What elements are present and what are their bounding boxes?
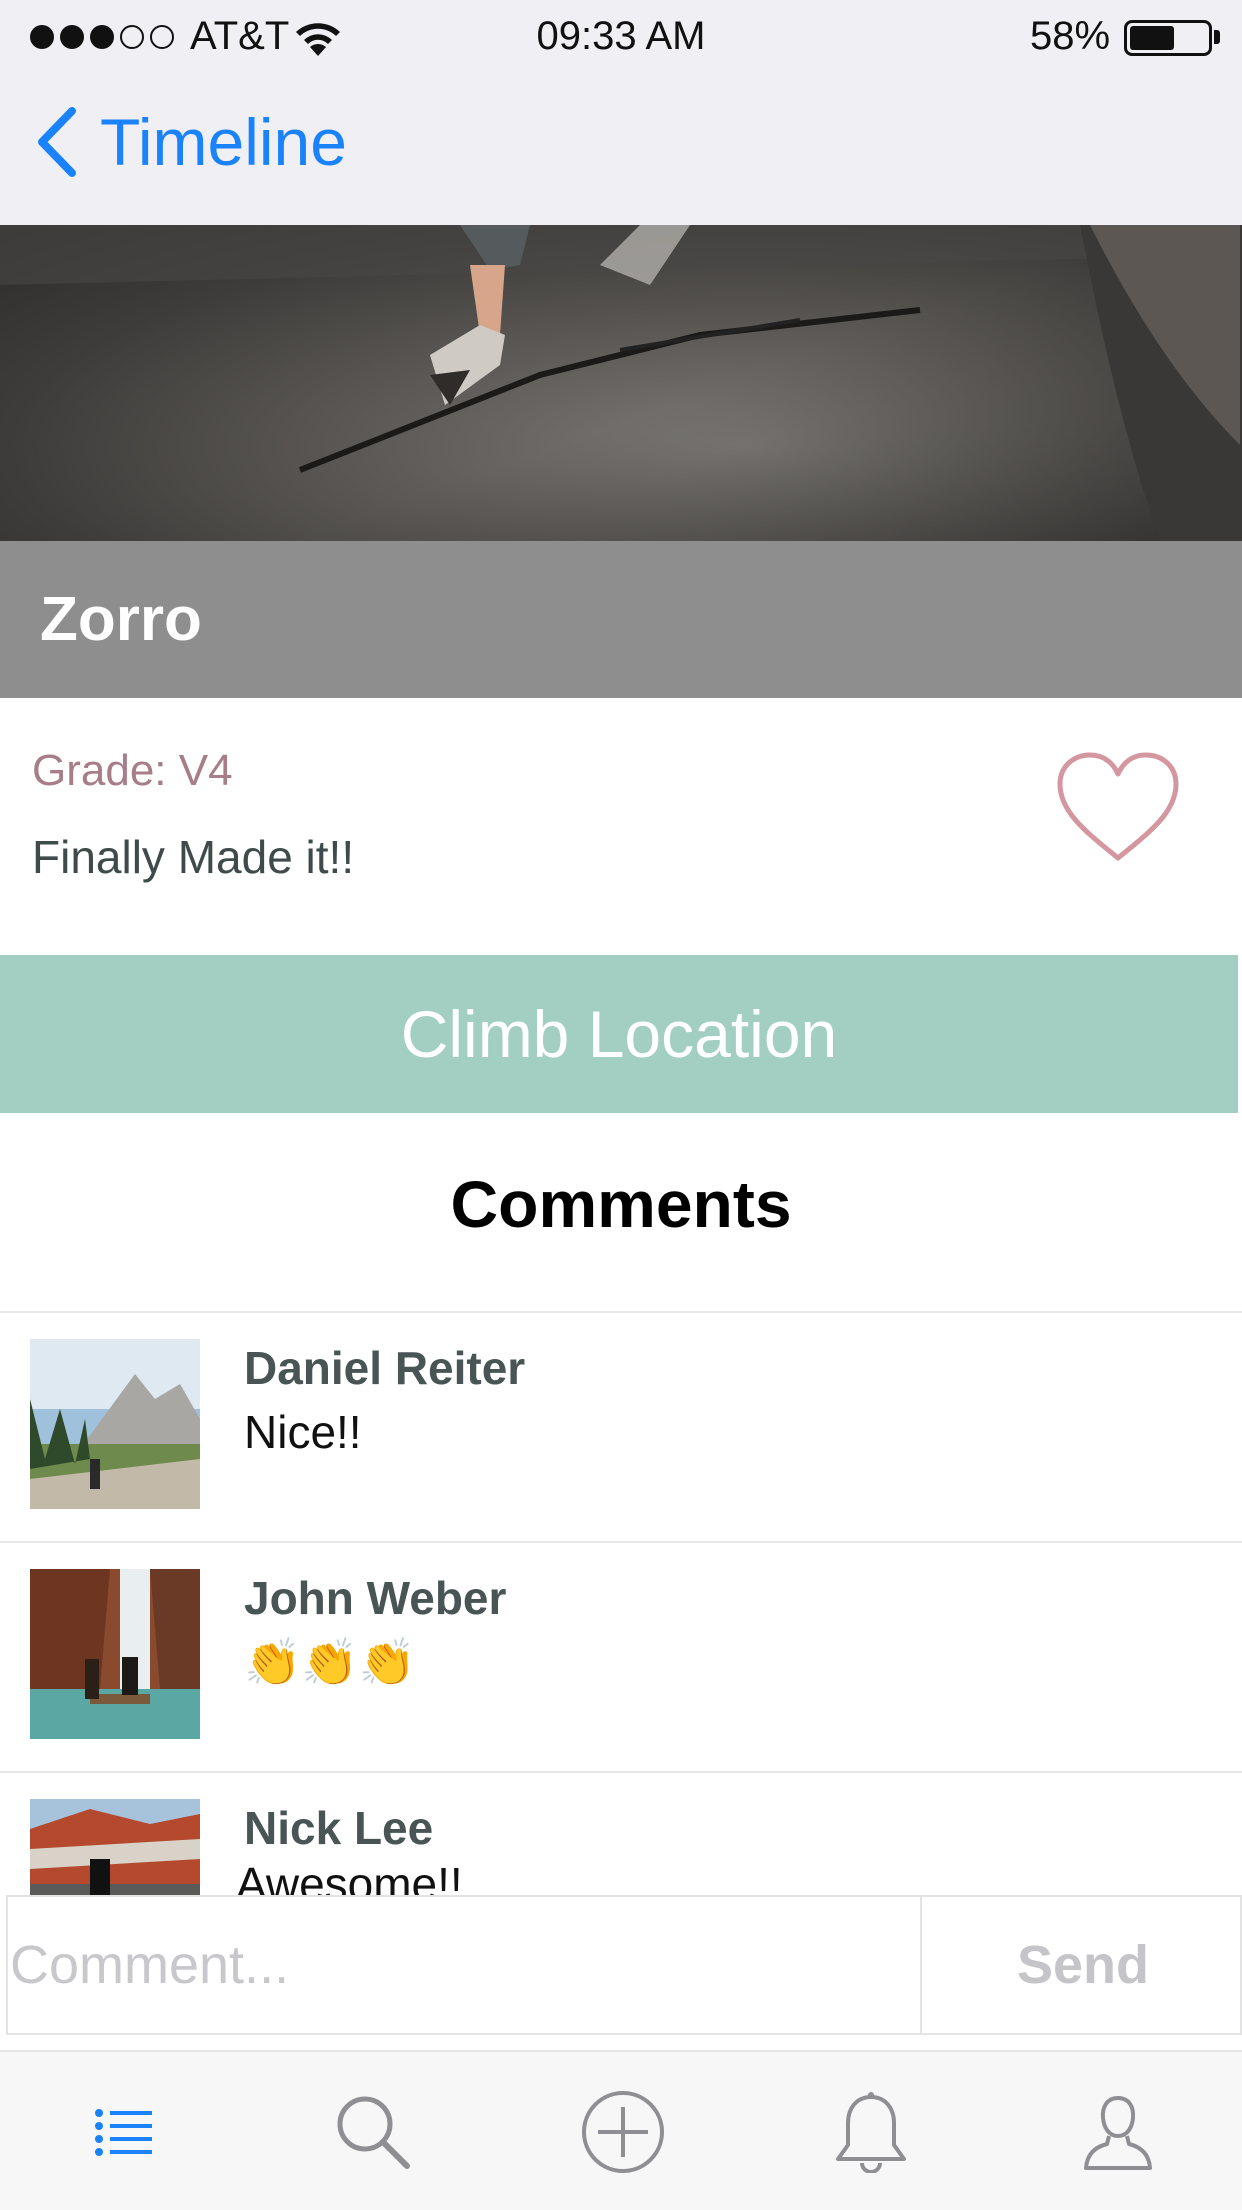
- climb-photo: [0, 225, 1242, 541]
- battery-nub: [1214, 30, 1220, 44]
- heart-icon[interactable]: [1056, 752, 1180, 864]
- add-icon: [582, 2091, 664, 2173]
- tab-timeline[interactable]: [74, 2082, 174, 2182]
- battery-level: [1130, 26, 1174, 50]
- send-button[interactable]: Send: [920, 1897, 1242, 2033]
- avatar: [30, 1799, 200, 1897]
- back-button[interactable]: Timeline: [36, 104, 347, 180]
- avatar: [30, 1569, 200, 1739]
- tab-profile[interactable]: [1068, 2082, 1168, 2182]
- climb-photo-art: [0, 225, 1242, 541]
- list-icon: [95, 2109, 152, 2156]
- climb-location-button[interactable]: Climb Location: [0, 955, 1238, 1113]
- comment-text: Awesome!!: [236, 1858, 463, 1897]
- battery-icon: [1124, 20, 1212, 56]
- bell-icon: [836, 2092, 906, 2173]
- profile-icon: [1084, 2095, 1152, 2170]
- comments-list[interactable]: Daniel Reiter Nice!! John Weber 👏👏👏 Nick…: [0, 1311, 1242, 1897]
- comment-author[interactable]: Nick Lee: [244, 1801, 433, 1855]
- tab-add[interactable]: [573, 2082, 673, 2182]
- back-label: Timeline: [100, 105, 347, 179]
- tab-notifications[interactable]: [821, 2082, 921, 2182]
- comment-composer: Send: [6, 1895, 1242, 2035]
- search-icon: [337, 2096, 410, 2169]
- comment-item[interactable]: Daniel Reiter Nice!!: [0, 1313, 1242, 1543]
- comment-input[interactable]: [8, 1897, 918, 2033]
- comment-text: Nice!!: [244, 1406, 362, 1458]
- grade-label: Grade: V4: [32, 746, 233, 795]
- comment-author[interactable]: John Weber: [244, 1571, 506, 1625]
- avatar: [30, 1339, 200, 1509]
- post-caption: Finally Made it!!: [32, 831, 355, 883]
- comment-author[interactable]: Daniel Reiter: [244, 1341, 525, 1395]
- comment-text: 👏👏👏: [244, 1636, 416, 1688]
- chevron-left-icon: [38, 107, 76, 177]
- battery-percent: 58%: [1030, 14, 1111, 58]
- tab-bar: [0, 2050, 1242, 2210]
- comment-item[interactable]: Nick Lee Awesome!!: [0, 1773, 1242, 1897]
- tab-search[interactable]: [323, 2082, 423, 2182]
- comments-heading: Comments: [450, 1167, 792, 1241]
- route-title: Zorro: [40, 585, 202, 654]
- comment-item[interactable]: John Weber 👏👏👏: [0, 1543, 1242, 1773]
